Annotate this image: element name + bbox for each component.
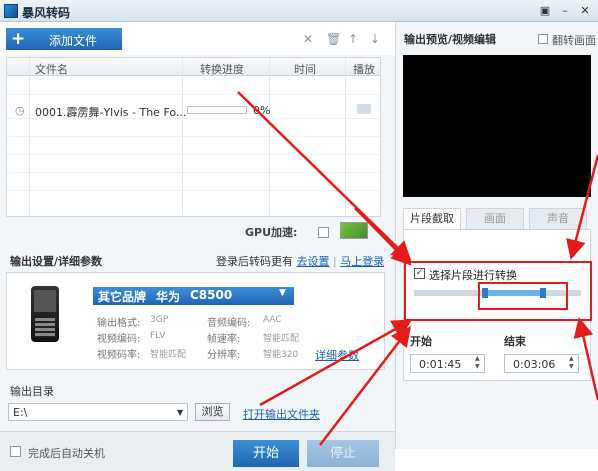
spec-value: 智能320 (263, 350, 299, 360)
spec-label: 分辨率: (207, 350, 241, 361)
spec-label: 音频编码: (207, 318, 251, 329)
tab-picture[interactable]: 画面 (466, 208, 524, 230)
bottom-bar: 完成后自动关机 开始 停止 (0, 431, 395, 471)
start-button[interactable]: 开始 (233, 440, 299, 467)
minimize-button[interactable]: – (556, 3, 574, 18)
plus-icon: + (11, 29, 26, 49)
edit-tabs: 片段截取 画面 声音 (403, 208, 591, 230)
close-window-button[interactable]: ✕ (576, 3, 594, 18)
clip-range-slider[interactable] (414, 290, 581, 296)
progress-percent: 0% (253, 104, 271, 117)
spec-label: 帧速率: (207, 334, 241, 345)
stop-button[interactable]: 停止 (307, 440, 379, 467)
trash-icon[interactable]: 🗑 (326, 32, 341, 46)
output-path-select[interactable]: E:\ ▼ (8, 403, 188, 421)
spec-label: 视频码率: (97, 350, 141, 361)
gpu-label: GPU加速: (245, 226, 298, 239)
end-time-input[interactable]: 0:03:06 ▲ ▼ (504, 354, 579, 373)
clip-end-handle[interactable] (540, 288, 546, 298)
detail-params-link[interactable]: 详细参数 (315, 347, 359, 363)
left-panel: + 添加文件 ✕ 🗑 ↑ ↓ 文件名 转换进度 时间 播放 ◷ 0001.霹雳舞… (0, 22, 395, 471)
close-icon[interactable]: ✕ (303, 32, 313, 46)
chevron-down-icon: ▼ (279, 288, 286, 298)
device-model: C8500 (190, 288, 233, 302)
tab-sound[interactable]: 声音 (529, 208, 587, 230)
window-title: 暴风转码 (22, 6, 71, 20)
spec-value: FLV (150, 331, 166, 341)
tab-clip[interactable]: 片段截取 (403, 208, 461, 230)
gpu-checkbox[interactable] (318, 227, 329, 238)
device-brand: 其它品牌 (98, 290, 147, 304)
chevron-down-icon: ▼ (177, 408, 184, 417)
video-preview (403, 55, 591, 197)
down-arrow-icon[interactable]: ↓ (370, 32, 380, 46)
phone-icon (31, 286, 59, 342)
output-dir-title: 输出目录 (10, 385, 54, 398)
settings-link[interactable]: 去设置 (297, 255, 330, 268)
device-select[interactable]: 其它品牌 华为 C8500 ▼ (93, 287, 294, 305)
col-time[interactable]: 时间 (294, 61, 316, 77)
clip-panel: ✓ 选择片段进行转换 开始 结束 0:01:45 ▲ ▼ 0:03:06 ▲ ▼ (403, 229, 591, 381)
file-toolbar: + 添加文件 ✕ 🗑 ↑ ↓ (0, 22, 395, 55)
table-header: 文件名 转换进度 时间 播放 (7, 58, 380, 76)
device-maker: 华为 (156, 290, 181, 304)
play-button[interactable] (357, 104, 371, 114)
col-play[interactable]: 播放 (353, 61, 375, 77)
col-progress[interactable]: 转换进度 (200, 61, 244, 77)
start-time-input[interactable]: 0:01:45 ▲ ▼ (410, 354, 485, 373)
auto-shutdown-label: 完成后自动关机 (28, 447, 105, 460)
clip-checkbox[interactable]: ✓ (414, 268, 425, 279)
spec-value: 智能匹配 (263, 334, 300, 344)
restore-button[interactable]: ▣ (536, 3, 554, 18)
add-file-button[interactable]: + 添加文件 (6, 28, 122, 50)
spec-label: 输出格式: (97, 318, 141, 329)
output-path: E:\ (13, 406, 28, 419)
login-link[interactable]: 马上登录 (340, 255, 384, 268)
app-logo-icon (4, 4, 18, 18)
open-output-folder-link[interactable]: 打开输出文件夹 (243, 406, 320, 422)
spinner-icon[interactable]: ▲ ▼ (475, 355, 480, 371)
browse-button[interactable]: 浏览 (195, 403, 230, 421)
file-name: 0001.霹雳舞-Ylvis - The Fo... (35, 106, 187, 119)
auto-shutdown-checkbox[interactable] (10, 446, 21, 457)
start-time-label: 开始 (410, 335, 432, 348)
title-bar: 暴风转码 ▣ – ✕ (0, 0, 598, 22)
spec-label: 视频编码: (97, 334, 141, 345)
clip-label: 选择片段进行转换 (429, 269, 517, 282)
output-settings-title: 输出设置/详细参数 (10, 255, 103, 268)
col-filename[interactable]: 文件名 (35, 61, 68, 77)
end-time-value: 0:03:06 (513, 358, 556, 371)
spinner-icon[interactable]: ▲ ▼ (569, 355, 574, 371)
clock-icon: ◷ (15, 104, 25, 117)
clip-start-handle[interactable] (482, 288, 488, 298)
spec-value: 智能匹配 (150, 350, 187, 360)
spec-value: AAC (263, 315, 282, 325)
preview-title: 输出预览/视频编辑 (404, 33, 497, 46)
file-table: 文件名 转换进度 时间 播放 ◷ 0001.霹雳舞-Ylvis - The Fo… (6, 57, 381, 217)
up-arrow-icon[interactable]: ↑ (348, 32, 358, 46)
gpu-logo-icon (340, 222, 368, 239)
spec-value: 3GP (150, 315, 169, 325)
login-hint: 登录后转码更有 (216, 255, 293, 268)
flip-checkbox[interactable] (538, 34, 548, 44)
flip-label: 翻转画面 (552, 34, 596, 47)
start-time-value: 0:01:45 (419, 358, 462, 371)
right-panel: 输出预览/视频编辑 翻转画面 片段截取 画面 声音 ✓ 选择片段进行转换 开始 … (395, 22, 598, 449)
add-file-label: 添加文件 (49, 34, 98, 48)
progress-bar (187, 106, 247, 114)
end-time-label: 结束 (504, 335, 526, 348)
